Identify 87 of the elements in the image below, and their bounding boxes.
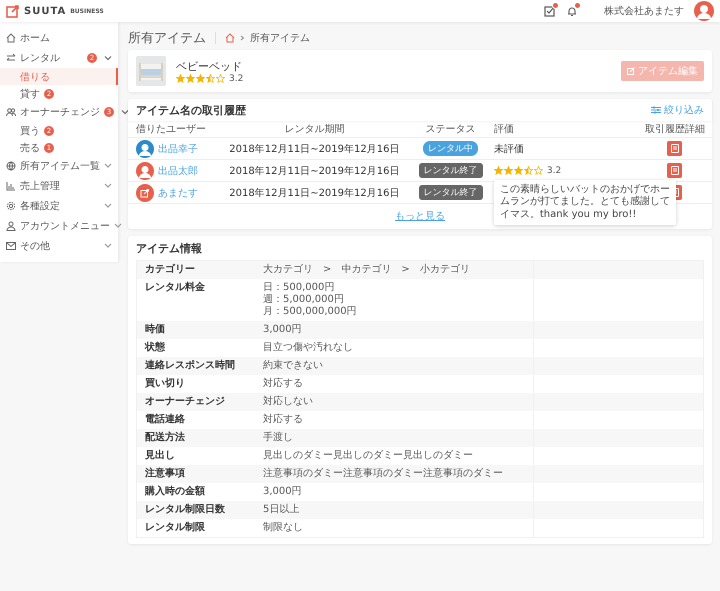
info-label: 購入時の金額 <box>144 484 206 499</box>
filter-icon <box>651 106 661 114</box>
edit-icon <box>627 67 635 75</box>
column-header: 評価 <box>494 124 514 135</box>
status-badge: レンタル終了 <box>418 185 483 200</box>
sidebar-item[interactable]: ホーム <box>0 28 118 48</box>
mail-icon <box>6 241 16 251</box>
info-label: 見出し <box>144 448 176 463</box>
home-icon[interactable] <box>225 33 235 43</box>
info-value: 対応する <box>263 378 304 390</box>
info-label: 連絡レスポンス時間 <box>144 358 236 373</box>
chevron-icon[interactable] <box>121 109 129 115</box>
sidebar-item[interactable]: 所有アイテム一覧 <box>0 156 118 176</box>
user-avatar <box>136 162 154 180</box>
settings-icon <box>6 201 16 211</box>
sidebar-item[interactable]: 売上管理 <box>0 176 118 196</box>
info-value: 3,000円 <box>263 324 303 336</box>
status-badge: レンタル終了 <box>418 163 483 178</box>
rating-value: 3.2 <box>229 74 244 84</box>
info-value: 対応する <box>263 414 304 426</box>
info-value: 5日以上 <box>263 504 300 516</box>
chevron-icon[interactable] <box>104 203 112 209</box>
breadcrumb-chevron-icon <box>240 35 245 41</box>
page-title: 所有アイテム <box>128 30 206 47</box>
info-value: 制限なし <box>263 522 304 534</box>
info-value: 目立つ傷や汚れなし <box>263 342 354 354</box>
info-value: 日：500,000円 <box>263 282 336 294</box>
chevron-icon[interactable] <box>114 223 122 229</box>
logo-text: SUUTA <box>24 6 66 16</box>
document-icon <box>670 144 679 153</box>
rating-status: 未評価 <box>494 142 524 156</box>
info-label: カテゴリー <box>144 262 196 277</box>
column-header: ステータス <box>426 124 476 135</box>
home-icon <box>6 33 16 43</box>
globe-icon <box>6 161 16 171</box>
rental-period: 2018年12月11日~2019年12月16日 <box>229 188 400 198</box>
sidebar-item[interactable]: アカウントメニュー <box>0 216 118 236</box>
column-header: レンタル期間 <box>284 124 344 135</box>
person-icon <box>6 221 16 231</box>
column-header: 取引履歴詳細 <box>644 124 705 135</box>
rental-period: 2018年12月11日~2019年12月16日 <box>229 166 400 176</box>
detail-button[interactable] <box>667 163 682 178</box>
sidebar-item[interactable]: 各種設定 <box>0 196 118 216</box>
info-label: 電話連絡 <box>144 412 186 427</box>
swap-arrows-icon <box>6 53 16 63</box>
detail-button[interactable] <box>667 141 682 156</box>
user-avatar <box>136 140 154 158</box>
breadcrumb-item[interactable]: 所有アイテム <box>250 31 310 45</box>
company-name: 株式会社あまたす <box>604 4 684 18</box>
chevron-icon[interactable] <box>104 55 112 61</box>
chevron-icon[interactable] <box>104 183 112 189</box>
column-header: 借りたユーザー <box>136 124 206 135</box>
info-value: 手渡し <box>263 432 294 444</box>
info-label: 注意事項 <box>144 466 186 481</box>
people-icon <box>6 107 16 117</box>
info-label: 配送方法 <box>144 430 186 445</box>
status-badge: レンタル中 <box>423 141 478 156</box>
item-name: ベビーベッド <box>176 58 243 74</box>
bell-icon[interactable] <box>566 5 578 17</box>
rating-value: 3.2 <box>546 166 562 176</box>
info-value: 注意事項のダミー注意事項のダミー注意事項のダミー <box>263 468 504 480</box>
chevron-icon[interactable] <box>104 163 112 169</box>
info-value: 対応しない <box>263 396 314 408</box>
info-value: 週：5,000,000円 <box>263 294 345 306</box>
info-label: 買い切り <box>144 376 186 391</box>
logo-icon <box>6 4 20 18</box>
info-label: 状態 <box>144 340 166 355</box>
user-avatar <box>136 184 154 202</box>
info-value: 約束できない <box>263 360 324 372</box>
bar-chart-icon <box>6 181 16 191</box>
info-value: 3,000円 <box>263 486 303 498</box>
user-avatar[interactable] <box>694 1 714 21</box>
info-label: レンタル制限日数 <box>144 502 226 517</box>
task-check-icon[interactable] <box>544 5 556 17</box>
info-label: オーナーチェンジ <box>144 395 226 409</box>
section-title: アイテム名の取引履歴 <box>136 102 246 118</box>
info-label: レンタル料金 <box>144 280 206 295</box>
info-label: レンタル制限 <box>144 520 206 535</box>
sidebar-item[interactable]: その他 <box>0 236 118 256</box>
rental-period: 2018年12月11日~2019年12月16日 <box>229 144 400 154</box>
info-value: 見出しのダミー見出しのダミー見出しのダミー <box>263 450 474 462</box>
document-icon <box>670 166 679 175</box>
chevron-icon[interactable] <box>104 243 112 249</box>
info-label: 時価 <box>144 322 166 337</box>
info-value: 月：500,000,000円 <box>263 306 358 318</box>
info-value: 大カテゴリ > 中カテゴリ > 小カテゴリ <box>263 264 471 276</box>
section-title: アイテム情報 <box>136 241 203 256</box>
